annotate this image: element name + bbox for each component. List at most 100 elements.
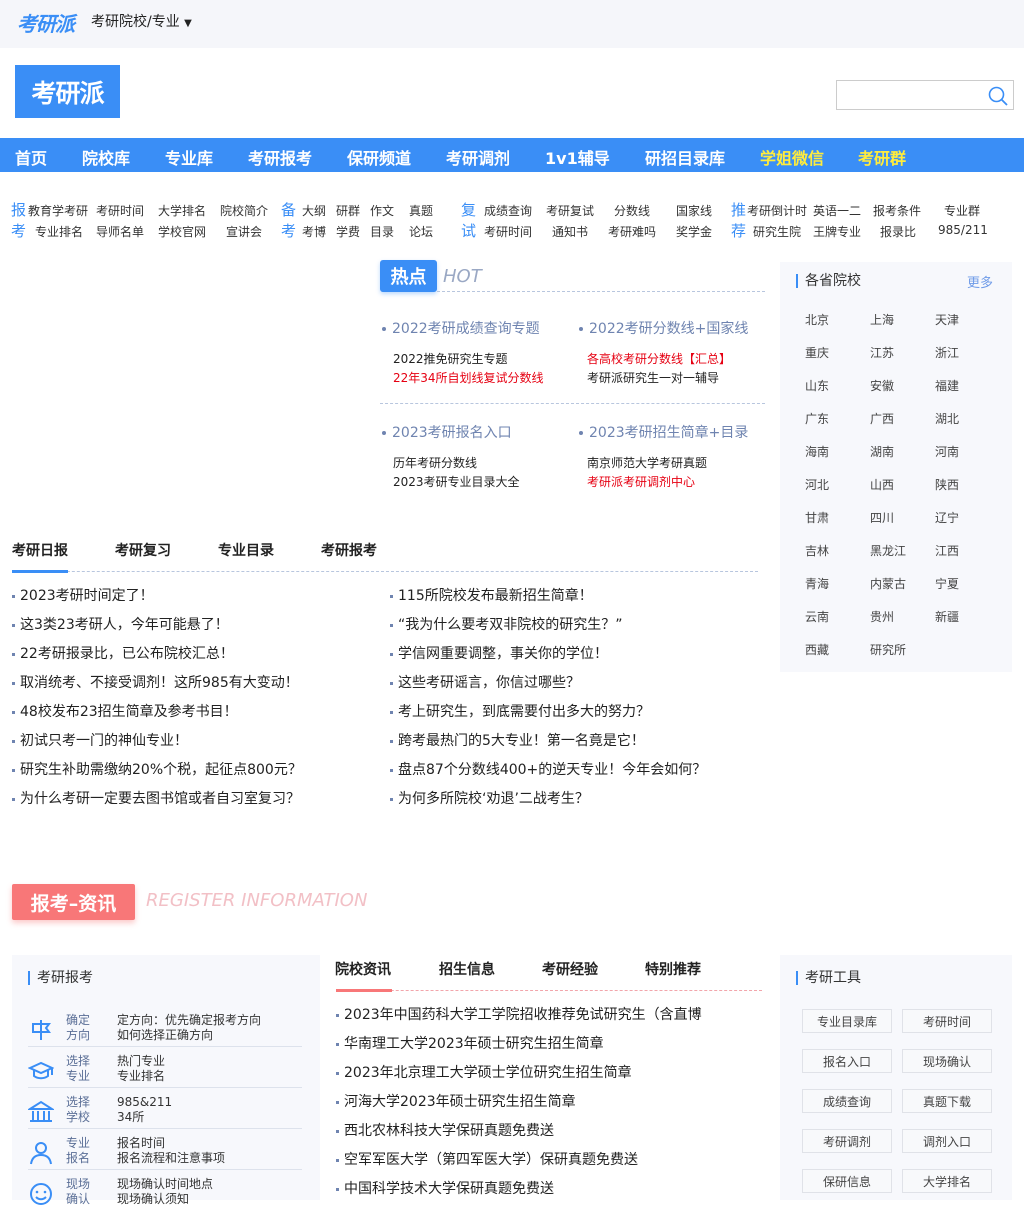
step-link[interactable]: 34所: [117, 1110, 144, 1125]
quick-link[interactable]: 985/211: [938, 223, 988, 237]
province-link[interactable]: 江西: [935, 542, 959, 559]
province-link[interactable]: 云南: [805, 608, 829, 625]
tool-button[interactable]: 保研信息: [802, 1169, 892, 1193]
tab-recommend[interactable]: 特别推荐: [645, 959, 701, 979]
news-item[interactable]: 学信网重要调整，事关你的学位！: [390, 643, 608, 663]
quick-link[interactable]: 国家线: [676, 202, 712, 219]
province-link[interactable]: 西藏: [805, 641, 829, 658]
quick-link[interactable]: 论坛: [409, 223, 433, 240]
nav-majors[interactable]: 专业库: [165, 145, 213, 169]
quick-link[interactable]: 成绩查询: [484, 202, 532, 219]
quick-link[interactable]: 作文: [370, 202, 394, 219]
step-link[interactable]: 现场确认时间地点: [117, 1177, 213, 1192]
quick-link[interactable]: 英语一二: [813, 202, 861, 219]
news-item[interactable]: 西北农林科技大学保研真题免费送: [336, 1120, 554, 1140]
search-input[interactable]: [837, 81, 982, 109]
step-link[interactable]: 定方向：优先确定报考方向: [117, 1013, 261, 1028]
quick-link[interactable]: 研群: [336, 202, 360, 219]
tool-button[interactable]: 大学排名: [902, 1169, 992, 1193]
news-item[interactable]: 2023年中国药科大学工学院招收推荐免试研究生（含直博: [336, 1004, 702, 1024]
tab-catalog[interactable]: 专业目录: [218, 540, 274, 560]
quick-link[interactable]: 学费: [336, 223, 360, 240]
nav-group[interactable]: 考研群: [858, 145, 906, 169]
tab-register[interactable]: 考研报考: [321, 540, 377, 560]
nav-baoyan[interactable]: 保研频道: [347, 145, 411, 169]
province-link[interactable]: 宁夏: [935, 575, 959, 592]
step-link[interactable]: 985&211: [117, 1095, 172, 1110]
tool-button[interactable]: 真题下载: [902, 1089, 992, 1113]
hot-link[interactable]: 2022推免研究生专题: [393, 350, 508, 367]
province-link[interactable]: 陕西: [935, 476, 959, 493]
step-link[interactable]: 报名时间: [117, 1136, 165, 1151]
quick-link[interactable]: 考研时间: [484, 223, 532, 240]
province-link[interactable]: 山东: [805, 377, 829, 394]
quick-link[interactable]: 大学排名: [158, 202, 206, 219]
step-link[interactable]: 热门专业: [117, 1054, 165, 1069]
hot-topic-title[interactable]: 2023考研报名入口: [382, 422, 512, 442]
quick-link[interactable]: 考研倒计时: [747, 202, 807, 219]
quick-link[interactable]: 分数线: [614, 202, 650, 219]
nav-adjust[interactable]: 考研调剂: [446, 145, 510, 169]
tool-button[interactable]: 专业目录库: [802, 1009, 892, 1033]
hot-link[interactable]: 历年考研分数线: [393, 454, 477, 471]
province-link[interactable]: 青海: [805, 575, 829, 592]
province-link[interactable]: 海南: [805, 443, 829, 460]
quick-link[interactable]: 学校官网: [158, 223, 206, 240]
province-link[interactable]: 广东: [805, 410, 829, 427]
tool-button[interactable]: 考研时间: [902, 1009, 992, 1033]
province-link[interactable]: 江苏: [870, 344, 894, 361]
step-link[interactable]: 如何选择正确方向: [117, 1028, 213, 1043]
hot-topic-title[interactable]: 2022考研成绩查询专题: [382, 318, 540, 338]
tool-button[interactable]: 报名入口: [802, 1049, 892, 1073]
news-item[interactable]: 初试只考一门的神仙专业！: [12, 730, 188, 750]
province-link[interactable]: 山西: [870, 476, 894, 493]
news-item[interactable]: 研究生补助需缴纳20%个税，起征点800元？: [12, 759, 302, 779]
province-link[interactable]: 福建: [935, 377, 959, 394]
quick-link[interactable]: 专业群: [944, 202, 980, 219]
province-link[interactable]: 新疆: [935, 608, 959, 625]
province-link[interactable]: 辽宁: [935, 509, 959, 526]
province-link[interactable]: 河南: [935, 443, 959, 460]
news-item[interactable]: 2023年北京理工大学硕士学位研究生招生简章: [336, 1062, 632, 1082]
step-link[interactable]: 报名流程和注意事项: [117, 1151, 225, 1166]
quick-link[interactable]: 考研时间: [96, 202, 144, 219]
quick-link[interactable]: 专业排名: [35, 223, 83, 240]
quick-link[interactable]: 研究生院: [753, 223, 801, 240]
quick-link[interactable]: 真题: [409, 202, 433, 219]
nav-tutoring[interactable]: 1v1辅导: [545, 145, 610, 169]
quick-link[interactable]: 宣讲会: [226, 223, 262, 240]
province-link[interactable]: 甘肃: [805, 509, 829, 526]
news-item[interactable]: 空军军医大学（第四军医大学）保研真题免费送: [336, 1149, 638, 1169]
tab-daily[interactable]: 考研日报: [12, 540, 68, 560]
quick-link[interactable]: 考研复试: [546, 202, 594, 219]
province-link[interactable]: 吉林: [805, 542, 829, 559]
news-item[interactable]: 中国科学技术大学保研真题免费送: [336, 1178, 554, 1198]
quick-link[interactable]: 报考条件: [873, 202, 921, 219]
nav-catalog[interactable]: 研招目录库: [645, 145, 725, 169]
news-item[interactable]: 22考研报录比，已公布院校汇总！: [12, 643, 234, 663]
province-link[interactable]: 重庆: [805, 344, 829, 361]
quick-link[interactable]: 王牌专业: [813, 223, 861, 240]
news-item[interactable]: 2023考研时间定了！: [12, 585, 154, 605]
province-link[interactable]: 湖南: [870, 443, 894, 460]
province-link[interactable]: 四川: [870, 509, 894, 526]
quick-link[interactable]: 院校简介: [220, 202, 268, 219]
step-link[interactable]: 专业排名: [117, 1069, 165, 1084]
school-major-dropdown[interactable]: 考研院校/专业 ▼: [91, 11, 192, 31]
news-item[interactable]: 盘点87个分数线400+的逆天专业！今年会如何？: [390, 759, 706, 779]
province-link[interactable]: 河北: [805, 476, 829, 493]
nav-home[interactable]: 首页: [15, 145, 47, 169]
province-link[interactable]: 浙江: [935, 344, 959, 361]
quick-link[interactable]: 考博: [302, 223, 326, 240]
quick-link[interactable]: 考研难吗: [608, 223, 656, 240]
news-item[interactable]: 取消统考、不接受调剂！这所985有大变动！: [12, 672, 299, 692]
hot-topic-title[interactable]: 2022考研分数线+国家线: [579, 318, 748, 338]
news-item[interactable]: 跨考最热门的5大专业！第一名竟是它！: [390, 730, 645, 750]
tool-button[interactable]: 成绩查询: [802, 1089, 892, 1113]
hot-topic-title[interactable]: 2023考研招生简章+目录: [579, 422, 748, 442]
quick-link[interactable]: 导师名单: [96, 223, 144, 240]
tab-admission[interactable]: 招生信息: [439, 959, 495, 979]
news-item[interactable]: 115所院校发布最新招生简章！: [390, 585, 593, 605]
nav-register[interactable]: 考研报考: [248, 145, 312, 169]
quick-link[interactable]: 奖学金: [676, 223, 712, 240]
